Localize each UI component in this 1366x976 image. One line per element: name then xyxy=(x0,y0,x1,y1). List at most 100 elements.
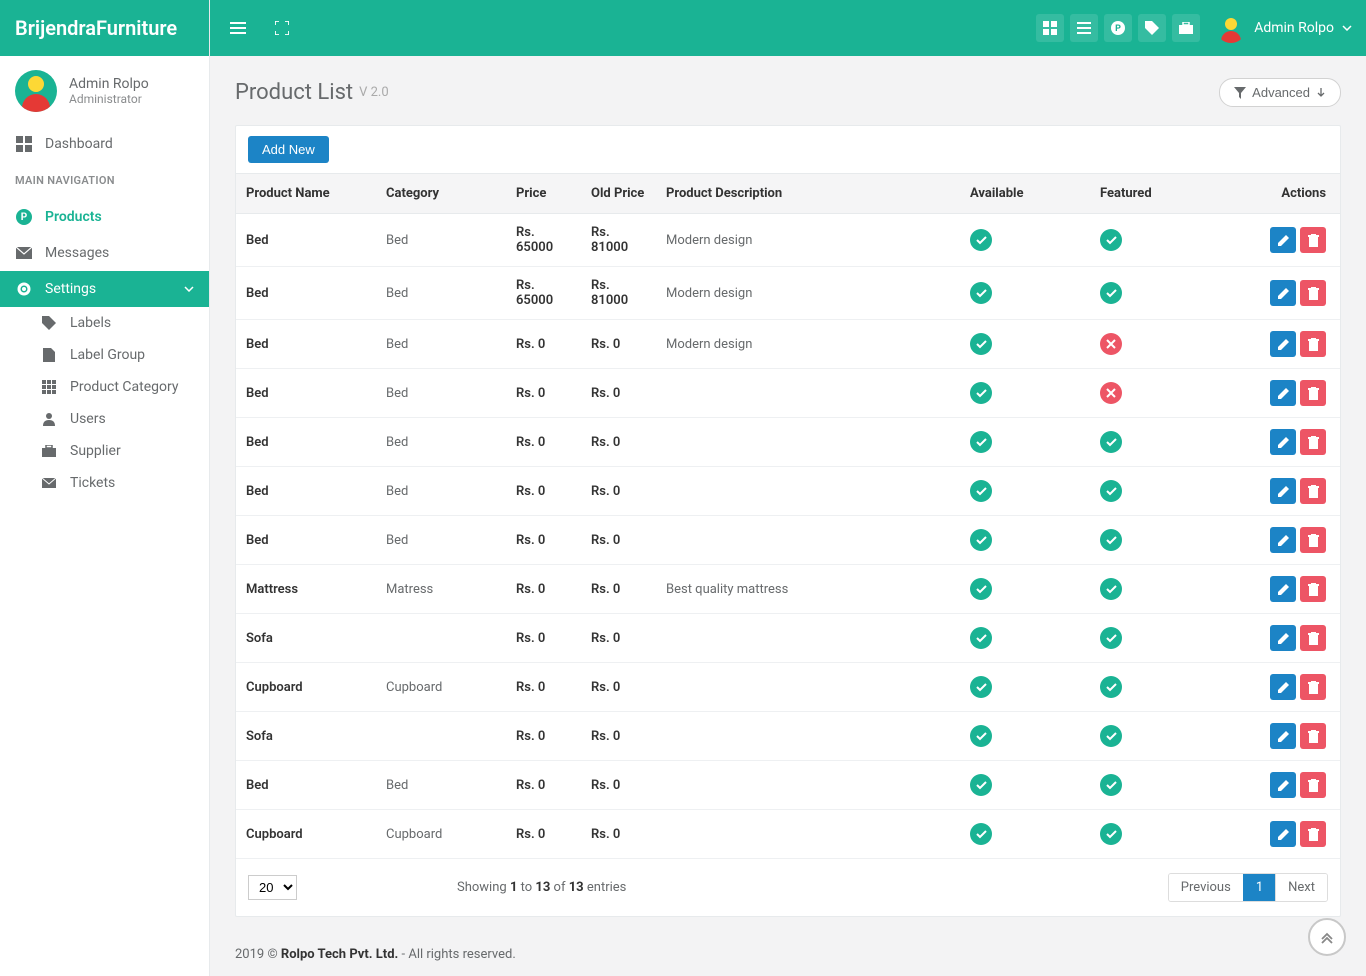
check-icon xyxy=(970,382,992,404)
topbar-briefcase-icon[interactable] xyxy=(1172,14,1200,42)
sidebar-subitem-supplier[interactable]: Supplier xyxy=(0,435,209,467)
cell-description xyxy=(656,810,960,859)
cell-price: 0 xyxy=(506,663,581,712)
cell-description xyxy=(656,418,960,467)
check-icon xyxy=(1100,431,1122,453)
col-header-description[interactable]: Product Description xyxy=(656,174,960,214)
edit-button[interactable] xyxy=(1270,625,1296,651)
cell-description: Modern design xyxy=(656,267,960,320)
topbar-user-name: Admin Rolpo xyxy=(1254,20,1334,36)
envelope-icon xyxy=(15,247,33,259)
sidebar-item-label: Users xyxy=(70,411,106,427)
cell-actions xyxy=(1250,369,1340,418)
edit-button[interactable] xyxy=(1270,331,1296,357)
cell-description xyxy=(656,712,960,761)
edit-button[interactable] xyxy=(1270,429,1296,455)
delete-button[interactable] xyxy=(1300,576,1326,602)
cell-category: Cupboard xyxy=(376,810,506,859)
cell-old-price: 0 xyxy=(581,369,656,418)
cell-old-price: 0 xyxy=(581,516,656,565)
sidebar-item-products[interactable]: P Products xyxy=(0,199,209,235)
col-header-name[interactable]: Product Name xyxy=(236,174,376,214)
page-size-select[interactable]: 20 xyxy=(248,875,297,900)
cell-description: Best quality mattress xyxy=(656,565,960,614)
delete-button[interactable] xyxy=(1300,331,1326,357)
edit-button[interactable] xyxy=(1270,674,1296,700)
advanced-filter-button[interactable]: Advanced xyxy=(1219,78,1341,107)
cell-actions xyxy=(1250,516,1340,565)
edit-button[interactable] xyxy=(1270,380,1296,406)
delete-button[interactable] xyxy=(1300,227,1326,253)
sidebar-item-label: Messages xyxy=(45,245,109,261)
cell-name: Bed xyxy=(236,761,376,810)
sidebar-item-label: Settings xyxy=(45,281,96,297)
fullscreen-icon[interactable] xyxy=(268,14,296,42)
cell-actions xyxy=(1250,614,1340,663)
pagination-previous[interactable]: Previous xyxy=(1169,874,1243,901)
col-header-old-price[interactable]: Old Price xyxy=(581,174,656,214)
add-new-button[interactable]: Add New xyxy=(248,136,329,163)
sidebar-subitem-label-group[interactable]: Label Group xyxy=(0,339,209,371)
edit-button[interactable] xyxy=(1270,576,1296,602)
col-header-available[interactable]: Available xyxy=(960,174,1090,214)
cell-description xyxy=(656,369,960,418)
edit-button[interactable] xyxy=(1270,772,1296,798)
cell-category: Bed xyxy=(376,320,506,369)
product-table: Product Name Category Price Old Price Pr… xyxy=(236,173,1340,859)
sidebar-subitem-users[interactable]: Users xyxy=(0,403,209,435)
edit-button[interactable] xyxy=(1270,227,1296,253)
sidebar-subitem-product-category[interactable]: Product Category xyxy=(0,371,209,403)
delete-button[interactable] xyxy=(1300,380,1326,406)
sidebar-item-dashboard[interactable]: Dashboard xyxy=(0,126,209,162)
cell-available xyxy=(960,810,1090,859)
cell-featured xyxy=(1090,214,1250,267)
sidebar-item-messages[interactable]: Messages xyxy=(0,235,209,271)
cell-featured xyxy=(1090,810,1250,859)
edit-button[interactable] xyxy=(1270,280,1296,306)
user-menu[interactable]: Admin Rolpo xyxy=(1216,13,1352,43)
table-row: BedBed00Modern design xyxy=(236,320,1340,369)
topbar-list-icon[interactable] xyxy=(1070,14,1098,42)
delete-button[interactable] xyxy=(1300,625,1326,651)
table-row: BedBed6500081000Modern design xyxy=(236,214,1340,267)
edit-button[interactable] xyxy=(1270,478,1296,504)
brand-logo[interactable]: BrijendraFurniture xyxy=(0,0,209,56)
edit-button[interactable] xyxy=(1270,723,1296,749)
cell-category: Bed xyxy=(376,516,506,565)
cell-description xyxy=(656,516,960,565)
advanced-label: Advanced xyxy=(1252,85,1310,100)
cell-name: Sofa xyxy=(236,614,376,663)
scroll-to-top-button[interactable] xyxy=(1308,918,1346,956)
cell-price: 65000 xyxy=(506,267,581,320)
pagination-page-1[interactable]: 1 xyxy=(1243,874,1275,901)
sidebar-item-settings[interactable]: Settings xyxy=(0,271,209,307)
delete-button[interactable] xyxy=(1300,478,1326,504)
topbar-product-icon[interactable]: P xyxy=(1104,14,1132,42)
sidebar-subitem-tickets[interactable]: Tickets xyxy=(0,467,209,499)
topbar-grid-icon[interactable] xyxy=(1036,14,1064,42)
edit-button[interactable] xyxy=(1270,527,1296,553)
check-icon xyxy=(970,282,992,304)
delete-button[interactable] xyxy=(1300,821,1326,847)
topbar-tag-icon[interactable] xyxy=(1138,14,1166,42)
pagination: Previous 1 Next xyxy=(1168,873,1328,902)
delete-button[interactable] xyxy=(1300,674,1326,700)
sidebar-subitem-labels[interactable]: Labels xyxy=(0,307,209,339)
menu-toggle-icon[interactable] xyxy=(224,14,252,42)
col-header-category[interactable]: Category xyxy=(376,174,506,214)
col-header-price[interactable]: Price xyxy=(506,174,581,214)
check-icon xyxy=(970,578,992,600)
dashboard-icon xyxy=(15,136,33,152)
delete-button[interactable] xyxy=(1300,723,1326,749)
col-header-featured[interactable]: Featured xyxy=(1090,174,1250,214)
delete-button[interactable] xyxy=(1300,527,1326,553)
delete-button[interactable] xyxy=(1300,772,1326,798)
cell-price: 0 xyxy=(506,320,581,369)
delete-button[interactable] xyxy=(1300,429,1326,455)
cell-featured xyxy=(1090,712,1250,761)
svg-text:P: P xyxy=(21,212,28,223)
file-icon xyxy=(40,348,58,362)
pagination-next[interactable]: Next xyxy=(1275,874,1327,901)
edit-button[interactable] xyxy=(1270,821,1296,847)
delete-button[interactable] xyxy=(1300,280,1326,306)
